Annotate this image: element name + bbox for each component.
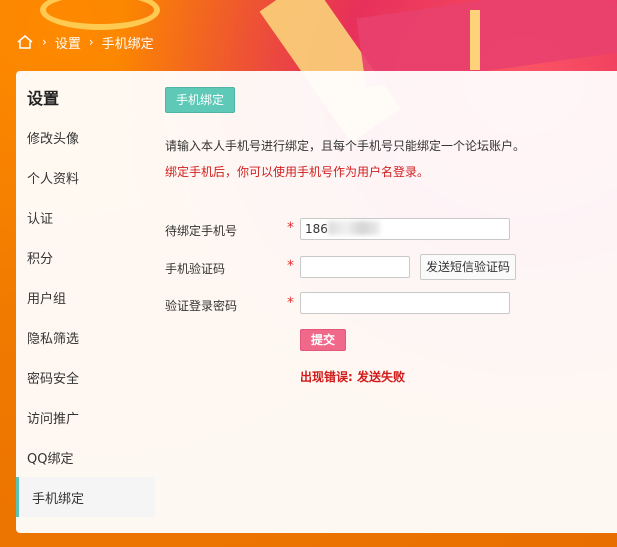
sidebar-item-promotion[interactable]: 访问推广 bbox=[16, 397, 155, 437]
sidebar-item-label: 隐私筛选 bbox=[27, 331, 80, 347]
password-input[interactable] bbox=[300, 292, 510, 314]
sidebar-item-label: 修改头像 bbox=[27, 131, 80, 147]
sidebar-item-usergroup[interactable]: 用户组 bbox=[16, 277, 155, 317]
error-message: 出现错误: 发送失败 bbox=[300, 370, 405, 384]
sidebar-item-label: 积分 bbox=[27, 251, 54, 267]
settings-sidebar: 设置 修改头像 个人资料 认证 积分 用户组 隐私筛选 密码安全 访问推广 QQ… bbox=[16, 71, 155, 533]
code-label: 手机验证码 bbox=[165, 262, 226, 276]
breadcrumb-separator: › bbox=[42, 35, 47, 49]
sidebar-item-label: 认证 bbox=[27, 211, 54, 227]
sidebar-item-label: QQ绑定 bbox=[27, 451, 74, 467]
required-mark: * bbox=[287, 258, 294, 274]
phone-label: 待绑定手机号 bbox=[165, 224, 238, 238]
sidebar-item-password-security[interactable]: 密码安全 bbox=[16, 357, 155, 397]
settings-panel: 设置 修改头像 个人资料 认证 积分 用户组 隐私筛选 密码安全 访问推广 QQ… bbox=[16, 71, 617, 533]
sidebar-item-label: 访问推广 bbox=[27, 411, 80, 427]
sidebar-item-profile[interactable]: 个人资料 bbox=[16, 157, 155, 197]
breadcrumb-separator: › bbox=[88, 35, 94, 49]
breadcrumb: › 设置 › 手机绑定 bbox=[16, 30, 154, 54]
sidebar-title: 设置 bbox=[27, 89, 60, 108]
sidebar-item-credits[interactable]: 积分 bbox=[16, 237, 155, 277]
sidebar-item-qq-binding[interactable]: QQ绑定 bbox=[16, 437, 155, 477]
sidebar-item-avatar[interactable]: 修改头像 bbox=[16, 117, 155, 157]
tab-phone-binding[interactable]: 手机绑定 bbox=[165, 87, 236, 113]
breadcrumb-current: 手机绑定 bbox=[101, 36, 154, 52]
password-label: 验证登录密码 bbox=[165, 299, 238, 313]
breadcrumb-settings-link[interactable]: 设置 bbox=[55, 33, 81, 52]
required-mark: * bbox=[287, 220, 294, 236]
sms-code-input[interactable] bbox=[300, 256, 410, 278]
sidebar-item-phone-binding[interactable]: 手机绑定 bbox=[16, 477, 155, 517]
sidebar-item-label: 个人资料 bbox=[27, 171, 80, 187]
sidebar-item-label: 手机绑定 bbox=[32, 491, 85, 507]
phone-binding-content: 手机绑定 请输入本人手机号进行绑定，且每个手机号只能绑定一个论坛账户。 绑定手机… bbox=[164, 71, 617, 533]
home-icon[interactable] bbox=[16, 33, 34, 51]
redacted-digits-mask bbox=[328, 221, 380, 235]
warning-text: 绑定手机后，你可以使用手机号作为用户名登录。 bbox=[165, 165, 430, 179]
required-mark: * bbox=[287, 295, 294, 311]
intro-text: 请输入本人手机号进行绑定，且每个手机号只能绑定一个论坛账户。 bbox=[165, 139, 526, 153]
sidebar-item-verify[interactable]: 认证 bbox=[16, 197, 155, 237]
sidebar-item-label: 用户组 bbox=[27, 291, 67, 307]
send-sms-code-button[interactable]: 发送短信验证码 bbox=[420, 254, 517, 280]
submit-button[interactable]: 提交 bbox=[300, 329, 346, 351]
sidebar-item-label: 密码安全 bbox=[27, 371, 80, 387]
sidebar-item-privacy[interactable]: 隐私筛选 bbox=[16, 317, 155, 357]
